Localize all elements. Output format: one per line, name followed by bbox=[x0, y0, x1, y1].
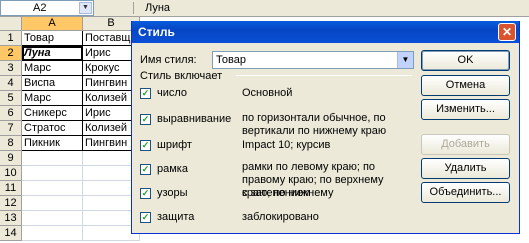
alignment-description: по горизонтали обычное, по вертикали по … bbox=[242, 112, 387, 137]
row-header[interactable]: 11 bbox=[0, 181, 22, 196]
number-description: Основной bbox=[242, 87, 293, 99]
checkbox-label: рамка bbox=[157, 163, 188, 175]
name-box-dropdown-icon[interactable]: ▼ bbox=[79, 2, 92, 14]
style-name-value: Товар bbox=[216, 54, 246, 66]
cell-a11[interactable] bbox=[22, 181, 83, 196]
name-box[interactable]: A2 ▼ bbox=[0, 0, 94, 16]
row-header[interactable]: 7 bbox=[0, 121, 22, 136]
row-header[interactable]: 10 bbox=[0, 166, 22, 181]
close-icon[interactable]: ✕ bbox=[498, 23, 516, 41]
style-dialog: Стиль ✕ Имя стиля: Товар ▼ Стиль включае… bbox=[131, 21, 520, 234]
checkbox-label: узоры bbox=[157, 187, 188, 199]
cell-a2-active[interactable]: Луна bbox=[22, 46, 83, 61]
row-header[interactable]: 2 bbox=[0, 46, 22, 61]
ok-button[interactable]: OK bbox=[421, 50, 510, 71]
column-header-a[interactable]: A bbox=[22, 17, 83, 31]
formula-bar: A2 ▼ Луна bbox=[0, 0, 529, 17]
checkbox-label: число bbox=[157, 87, 188, 99]
font-description: Impact 10; курсив bbox=[242, 139, 331, 151]
checkbox-label: шрифт bbox=[157, 139, 192, 151]
formula-separator bbox=[133, 2, 134, 14]
dialog-titlebar[interactable]: Стиль ✕ bbox=[132, 21, 519, 43]
merge-button[interactable]: Объединить... bbox=[421, 182, 510, 203]
cell-a6[interactable]: Сникерс bbox=[22, 106, 83, 121]
style-name-combobox[interactable]: Товар ▼ bbox=[212, 51, 414, 69]
row-header[interactable]: 3 bbox=[0, 61, 22, 76]
checkmark-icon[interactable]: ✓ bbox=[140, 114, 151, 125]
checkmark-icon[interactable]: ✓ bbox=[140, 164, 151, 175]
cell-a10[interactable] bbox=[22, 166, 83, 181]
row-header[interactable]: 1 bbox=[0, 31, 22, 46]
row-header[interactable]: 13 bbox=[0, 211, 22, 226]
cell-a4[interactable]: Виспа bbox=[22, 76, 83, 91]
formula-input[interactable]: Луна bbox=[145, 0, 170, 16]
cell-a7[interactable]: Стратос bbox=[22, 121, 83, 136]
modify-button[interactable]: Изменить... bbox=[421, 99, 510, 120]
dialog-title: Стиль bbox=[138, 25, 175, 39]
checkmark-icon[interactable]: ✓ bbox=[140, 140, 151, 151]
cell-a1[interactable]: Товар bbox=[22, 31, 83, 46]
cell-a3[interactable]: Марс bbox=[22, 61, 83, 76]
chevron-down-icon[interactable]: ▼ bbox=[397, 52, 413, 68]
checkbox-label: выравнивание bbox=[157, 113, 232, 125]
name-box-value: A2 bbox=[33, 2, 47, 14]
checkmark-icon[interactable]: ✓ bbox=[140, 188, 151, 199]
row-header[interactable]: 6 bbox=[0, 106, 22, 121]
cell-a13[interactable] bbox=[22, 211, 83, 226]
style-includes-label: Стиль включает bbox=[140, 70, 223, 82]
group-divider bbox=[236, 75, 412, 76]
protection-description: заблокировано bbox=[242, 211, 319, 223]
row-header[interactable]: 4 bbox=[0, 76, 22, 91]
cell-a8[interactable]: Пикник bbox=[22, 136, 83, 151]
cell-a12[interactable] bbox=[22, 196, 83, 211]
checkmark-icon[interactable]: ✓ bbox=[140, 212, 151, 223]
cell-a9[interactable] bbox=[22, 151, 83, 166]
row-header[interactable]: 12 bbox=[0, 196, 22, 211]
checkbox-label: защита bbox=[157, 211, 195, 223]
add-button[interactable]: Добавить bbox=[421, 134, 510, 155]
cancel-button[interactable]: Отмена bbox=[421, 75, 510, 96]
row-header[interactable]: 9 bbox=[0, 151, 22, 166]
delete-button[interactable]: Удалить bbox=[421, 158, 510, 179]
cell-a5[interactable]: Марс bbox=[22, 91, 83, 106]
style-name-label: Имя стиля: bbox=[140, 54, 197, 66]
select-all-corner[interactable] bbox=[0, 17, 22, 31]
cell-a14[interactable] bbox=[22, 226, 83, 241]
row-header[interactable]: 5 bbox=[0, 91, 22, 106]
patterns-description: с затенением bbox=[242, 187, 311, 199]
row-header[interactable]: 14 bbox=[0, 226, 22, 241]
row-header[interactable]: 8 bbox=[0, 136, 22, 151]
checkmark-icon[interactable]: ✓ bbox=[140, 88, 151, 99]
